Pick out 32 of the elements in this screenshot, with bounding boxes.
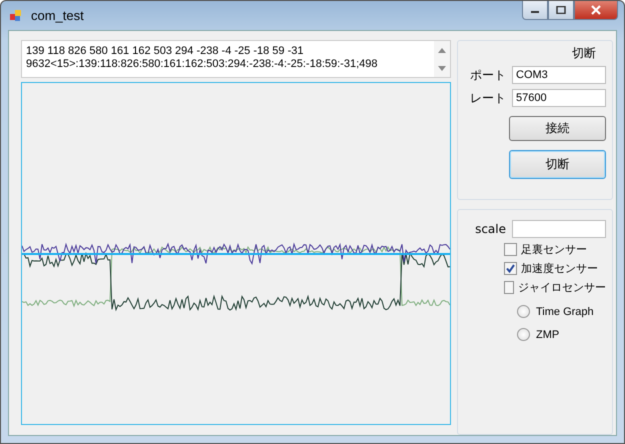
scale-field[interactable]: [512, 220, 606, 238]
log-line: 9632<15>:139:118:826:580:161:162:503:294:-238:-4:-25:-18:59:-31;498: [26, 58, 378, 71]
window-title: com_test: [31, 8, 84, 23]
close-button[interactable]: [574, 1, 618, 20]
close-icon: [590, 5, 602, 15]
disconnect-button[interactable]: 切断: [509, 150, 606, 179]
radio-button[interactable]: [517, 305, 530, 318]
log-textbox[interactable]: 139 118 826 580 161 162 503 294 -238 -4 -25 -18 59 -31 9632<15>:139:118:826:580:161:162:503:294:-238:-4:-25:-18:59:-31;498: [21, 40, 451, 78]
radio-label: Time Graph: [536, 306, 594, 318]
checkbox[interactable]: [504, 281, 514, 294]
connect-button[interactable]: 接続: [509, 116, 606, 141]
checkbox-label: ジャイロセンサー: [518, 280, 606, 295]
checkbox[interactable]: [504, 243, 517, 256]
radio-label: ZMP: [536, 328, 560, 340]
radio-button[interactable]: [517, 328, 530, 341]
port-field[interactable]: COM3: [512, 66, 606, 84]
port-label: ポート: [470, 66, 506, 84]
rate-label: レート: [470, 90, 506, 106]
checkbox[interactable]: [504, 262, 517, 275]
scroll-down-arrow-icon[interactable]: [438, 66, 446, 70]
scrollbar[interactable]: [434, 41, 450, 77]
status-label: 切断: [572, 46, 596, 60]
maximize-button[interactable]: [548, 1, 574, 20]
checkbox-label: 加速度センサー: [521, 261, 598, 276]
minimize-button[interactable]: [522, 1, 548, 20]
log-line: 139 118 826 580 161 162 503 294 -238 -4 -25 -18 59 -31: [26, 45, 304, 58]
scroll-up-arrow-icon[interactable]: [438, 48, 446, 52]
scale-label: scale: [475, 222, 506, 236]
rate-field[interactable]: 57600: [512, 89, 606, 107]
app-icon: [9, 8, 23, 22]
checkbox-label: 足裏センサー: [521, 242, 587, 257]
maximize-icon: [556, 6, 566, 14]
